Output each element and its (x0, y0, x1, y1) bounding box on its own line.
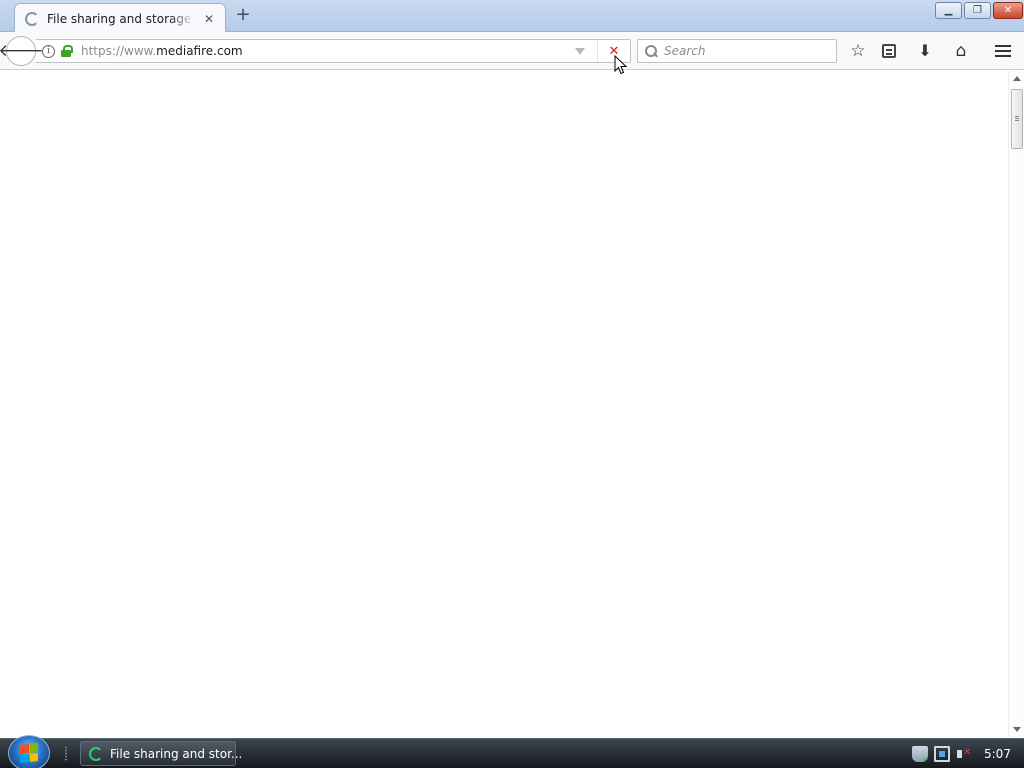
network-icon[interactable] (934, 746, 950, 762)
restore-button[interactable]: ❐ (964, 2, 991, 19)
download-icon[interactable]: ⬇ (913, 39, 937, 63)
taskbar-task-label: File sharing and stor... (110, 746, 243, 761)
history-dropdown-icon[interactable] (575, 47, 585, 55)
scroll-up-icon[interactable] (1013, 76, 1021, 81)
start-button[interactable] (8, 735, 50, 768)
tab-close-icon[interactable]: ✕ (201, 12, 217, 26)
menu-icon[interactable] (991, 39, 1015, 63)
security-center-icon[interactable] (912, 746, 930, 765)
windows-logo-icon (20, 743, 38, 763)
taskbar-firefox-button[interactable]: File sharing and stor... (80, 741, 242, 766)
volume-muted-icon[interactable] (956, 746, 972, 762)
url-text[interactable]: https://www.mediafire.com (81, 44, 575, 58)
site-info-icon[interactable]: i (42, 44, 55, 58)
back-arrow-icon: 🡐 (0, 41, 44, 61)
library-icon[interactable] (877, 39, 901, 63)
tab-mediafire[interactable]: File sharing and storage made simple ✕ (14, 3, 226, 33)
taskbar-grip[interactable] (64, 746, 68, 762)
url-scheme: https://www. (81, 44, 157, 58)
taskbar: File sharing and stor... 5:07 (0, 735, 1024, 768)
taskbar-loading-icon (89, 746, 103, 761)
back-button[interactable]: 🡐 (0, 36, 44, 66)
vertical-scrollbar[interactable] (1008, 71, 1024, 737)
minimize-button[interactable]: ▁ (935, 2, 962, 19)
search-icon (645, 45, 657, 57)
lock-icon[interactable] (61, 45, 73, 57)
home-icon[interactable]: ⌂ (949, 39, 973, 63)
new-tab-button[interactable]: + (233, 5, 253, 25)
page-content (0, 71, 1008, 737)
search-input[interactable] (664, 44, 824, 58)
title-bar: File sharing and storage made simple ✕ +… (0, 0, 1024, 33)
clock[interactable]: 5:07 (984, 747, 1011, 761)
navigation-toolbar: i https://www.mediafire.com ✕ 🡐 ☆ ⬇ ⌂ (0, 32, 1024, 70)
scroll-down-icon[interactable] (1013, 727, 1021, 732)
system-tray: 5:07 (912, 739, 1024, 768)
mouse-cursor-icon (614, 55, 628, 75)
loading-spinner-icon (25, 11, 39, 26)
scrollbar-thumb[interactable] (1011, 89, 1023, 149)
url-host: mediafire.com (156, 44, 243, 58)
search-bar[interactable] (637, 39, 837, 63)
close-window-button[interactable]: ✕ (993, 2, 1023, 19)
url-bar[interactable]: i https://www.mediafire.com ✕ (36, 39, 631, 63)
tab-title: File sharing and storage made simple (47, 11, 195, 26)
thumb-grip-icon (1015, 116, 1019, 117)
star-icon[interactable]: ☆ (846, 39, 870, 63)
